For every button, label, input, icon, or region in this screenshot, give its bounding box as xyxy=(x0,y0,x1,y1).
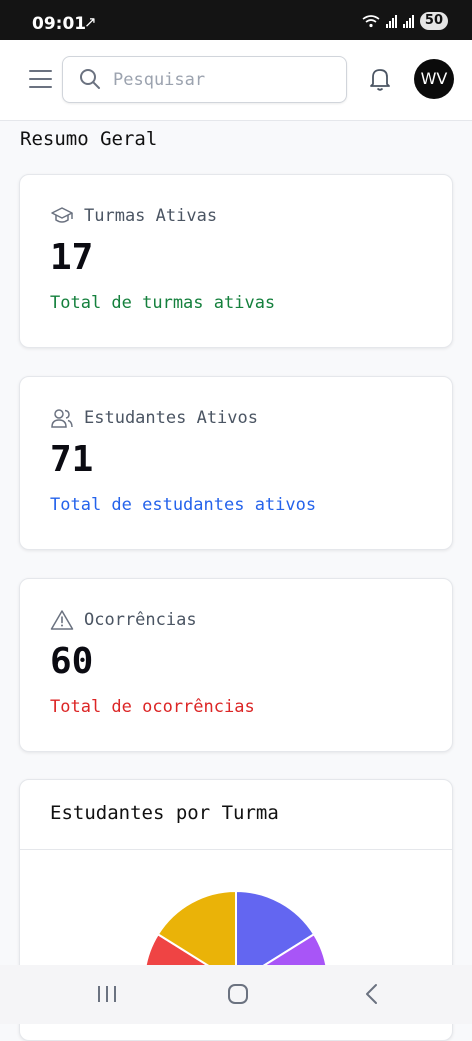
status-icons: 50 xyxy=(362,12,448,30)
card-value: 71 xyxy=(50,439,94,480)
back-icon[interactable] xyxy=(361,983,383,1005)
recent-apps-icon[interactable] xyxy=(96,983,118,1005)
graduation-cap-icon xyxy=(51,207,73,223)
stat-card-estudantes: Estudantes Ativos 71 Total de estudantes… xyxy=(19,376,453,550)
chart-title: Estudantes por Turma xyxy=(50,802,279,824)
signal-icon-2 xyxy=(402,14,414,28)
card-value: 17 xyxy=(50,237,94,278)
card-label: Ocorrências xyxy=(84,610,197,630)
card-header: Ocorrências xyxy=(50,609,197,631)
wifi-icon xyxy=(362,15,380,28)
bell-icon[interactable] xyxy=(368,66,392,92)
stat-card-ocorrencias: Ocorrências 60 Total de ocorrências xyxy=(19,578,453,752)
app-header: WV xyxy=(0,40,472,121)
users-icon xyxy=(51,409,73,428)
avatar[interactable]: WV xyxy=(414,59,454,99)
stat-card-turmas: Turmas Ativas 17 Total de turmas ativas xyxy=(19,174,453,348)
card-description: Total de ocorrências xyxy=(50,697,255,717)
search-box[interactable] xyxy=(62,56,347,103)
status-bar: 09:01 ↗ 50 xyxy=(0,0,472,40)
card-value: 60 xyxy=(50,641,94,682)
card-label: Turmas Ativas xyxy=(84,206,218,226)
search-input[interactable] xyxy=(111,67,340,93)
pie-chart xyxy=(143,889,329,970)
location-arrow-icon: ↗ xyxy=(84,13,97,31)
battery-indicator: 50 xyxy=(419,12,448,30)
warning-triangle-icon xyxy=(50,610,74,630)
card-label: Estudantes Ativos xyxy=(84,408,258,428)
card-header: Turmas Ativas xyxy=(50,205,217,227)
home-icon[interactable] xyxy=(227,983,249,1005)
search-icon xyxy=(80,69,100,89)
hamburger-menu-icon[interactable] xyxy=(29,70,52,88)
card-description: Total de estudantes ativos xyxy=(50,495,317,515)
status-time: 09:01 xyxy=(32,14,87,34)
signal-icon xyxy=(385,14,397,28)
card-description: Total de turmas ativas xyxy=(50,293,276,313)
system-nav-bar xyxy=(0,965,472,1024)
page-title: Resumo Geral xyxy=(20,128,158,150)
card-header: Estudantes Ativos xyxy=(50,407,258,429)
